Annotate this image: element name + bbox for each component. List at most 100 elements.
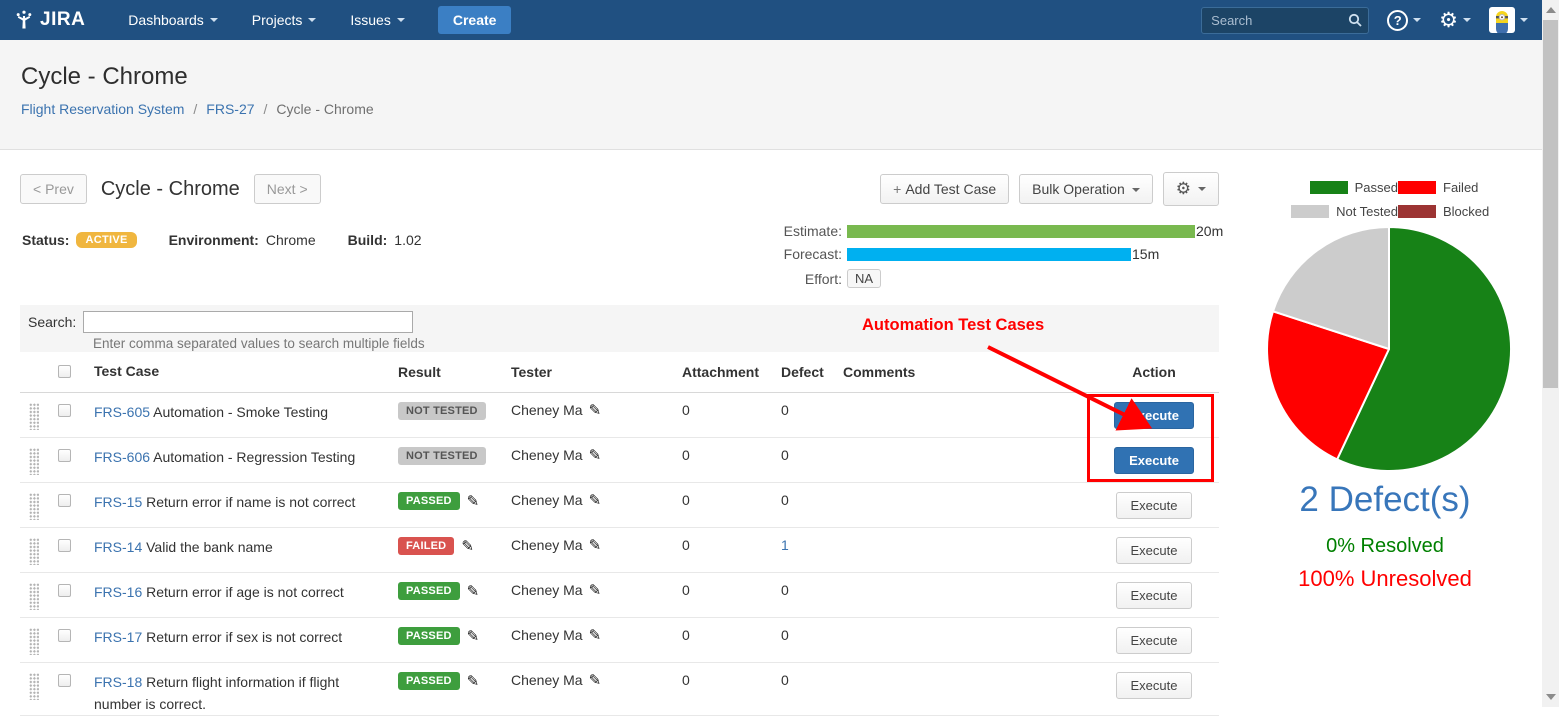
- bulk-operation-button[interactable]: Bulk Operation: [1019, 174, 1153, 204]
- legend-label: Failed: [1443, 180, 1478, 195]
- attachment-count: 0: [682, 402, 781, 418]
- row-checkbox[interactable]: [58, 539, 71, 552]
- edit-tester-icon[interactable]: ✎: [589, 628, 602, 643]
- edit-result-icon[interactable]: ✎: [467, 584, 480, 599]
- execute-button[interactable]: Execute: [1116, 492, 1193, 519]
- admin-menu[interactable]: ⚙: [1439, 10, 1471, 31]
- testcase-title: Return error if name is not correct: [146, 494, 355, 510]
- environment-label: Environment:: [169, 232, 259, 248]
- chevron-down-icon: [1413, 18, 1421, 22]
- add-test-case-button[interactable]: +Add Test Case: [880, 174, 1009, 204]
- execute-button[interactable]: Execute: [1116, 627, 1193, 654]
- table-row: FRS-606 Automation - Regression Testing …: [20, 438, 1219, 483]
- global-search-input[interactable]: [1201, 7, 1369, 34]
- annotation-label: Automation Test Cases: [862, 316, 1044, 335]
- nav-dashboards[interactable]: Dashboards: [128, 12, 218, 28]
- scroll-down-arrow-icon[interactable]: [1546, 694, 1556, 700]
- testcase-link[interactable]: FRS-16: [94, 584, 142, 600]
- attachment-count: 0: [682, 627, 781, 643]
- execute-button[interactable]: Execute: [1114, 447, 1194, 474]
- edit-tester-icon[interactable]: ✎: [589, 583, 602, 598]
- settings-button[interactable]: ⚙: [1163, 172, 1219, 206]
- vertical-scrollbar[interactable]: [1542, 0, 1559, 707]
- legend-swatch: [1310, 181, 1348, 194]
- drag-handle[interactable]: [29, 583, 39, 610]
- col-header-result: Result: [398, 364, 511, 380]
- col-header-action: Action: [1089, 364, 1219, 380]
- drag-handle[interactable]: [29, 628, 39, 655]
- edit-tester-icon[interactable]: ✎: [589, 538, 602, 553]
- defect-count: 0: [781, 447, 843, 463]
- edit-tester-icon[interactable]: ✎: [589, 493, 602, 508]
- status-badge: ACTIVE: [76, 232, 136, 248]
- user-menu[interactable]: [1489, 7, 1528, 33]
- effort-label: Effort:: [774, 271, 842, 287]
- testcase-link[interactable]: FRS-15: [94, 494, 142, 510]
- plus-icon: +: [893, 181, 901, 197]
- create-button[interactable]: Create: [438, 6, 512, 34]
- attachment-count: 0: [682, 537, 781, 553]
- nav-projects[interactable]: Projects: [252, 12, 317, 28]
- testcase-link[interactable]: FRS-18: [94, 674, 142, 690]
- execute-button[interactable]: Execute: [1114, 402, 1194, 429]
- execute-button[interactable]: Execute: [1116, 582, 1193, 609]
- edit-tester-icon[interactable]: ✎: [589, 448, 602, 463]
- table-row: FRS-15 Return error if name is not corre…: [20, 483, 1219, 528]
- edit-tester-icon[interactable]: ✎: [589, 673, 602, 688]
- testcase-title: Automation - Regression Testing: [153, 449, 355, 465]
- scrollbar-thumb[interactable]: [1543, 20, 1558, 388]
- testcase-link[interactable]: FRS-606: [94, 449, 150, 465]
- row-checkbox[interactable]: [58, 404, 71, 417]
- execute-button[interactable]: Execute: [1116, 672, 1193, 699]
- breadcrumb-issue-link[interactable]: FRS-27: [206, 101, 254, 117]
- chevron-down-icon: [1463, 18, 1471, 22]
- search-icon[interactable]: [1348, 13, 1362, 27]
- legend-item: Blocked: [1398, 204, 1500, 219]
- edit-result-icon[interactable]: ✎: [461, 539, 474, 554]
- testcase-title: Return error if sex is not correct: [146, 629, 342, 645]
- edit-result-icon[interactable]: ✎: [467, 494, 480, 509]
- execute-button[interactable]: Execute: [1116, 537, 1193, 564]
- result-badge: NOT TESTED: [398, 447, 486, 465]
- testcase-link[interactable]: FRS-605: [94, 404, 150, 420]
- defect-count: 0: [781, 492, 843, 508]
- table-row: FRS-16 Return error if age is not correc…: [20, 573, 1219, 618]
- edit-result-icon[interactable]: ✎: [467, 674, 480, 689]
- help-menu[interactable]: ?: [1387, 10, 1421, 31]
- row-checkbox[interactable]: [58, 449, 71, 462]
- table-body: FRS-605 Automation - Smoke Testing NOT T…: [20, 393, 1219, 716]
- jira-logo[interactable]: JIRA: [14, 9, 85, 31]
- legend-label: Not Tested: [1336, 204, 1398, 219]
- nav-issues[interactable]: Issues: [350, 12, 404, 28]
- legend-swatch: [1398, 181, 1436, 194]
- row-checkbox[interactable]: [58, 494, 71, 507]
- col-header-defect: Defect: [781, 364, 843, 380]
- tester-name: Cheney Ma: [511, 627, 583, 643]
- attachment-count: 0: [682, 672, 781, 688]
- edit-result-icon[interactable]: ✎: [467, 629, 480, 644]
- drag-handle[interactable]: [29, 538, 39, 565]
- unresolved-percent: 100% Unresolved: [1240, 566, 1530, 592]
- testcase-link[interactable]: FRS-14: [94, 539, 142, 555]
- row-checkbox[interactable]: [58, 584, 71, 597]
- edit-tester-icon[interactable]: ✎: [589, 403, 602, 418]
- drag-handle[interactable]: [29, 673, 39, 700]
- select-all-checkbox[interactable]: [58, 365, 71, 378]
- testcase-title: Valid the bank name: [146, 539, 273, 555]
- drag-handle[interactable]: [29, 403, 39, 430]
- row-checkbox[interactable]: [58, 674, 71, 687]
- gear-icon: ⚙: [1176, 179, 1191, 198]
- breadcrumb-project-link[interactable]: Flight Reservation System: [21, 101, 184, 117]
- scroll-up-arrow-icon[interactable]: [1546, 7, 1556, 13]
- row-checkbox[interactable]: [58, 629, 71, 642]
- prev-button[interactable]: < Prev: [20, 174, 87, 204]
- attachment-count: 0: [682, 582, 781, 598]
- testcase-link[interactable]: FRS-17: [94, 629, 142, 645]
- tester-name: Cheney Ma: [511, 582, 583, 598]
- drag-handle[interactable]: [29, 493, 39, 520]
- legend-item: Passed: [1272, 180, 1398, 195]
- legend-item: Failed: [1398, 180, 1500, 195]
- next-button[interactable]: Next >: [254, 174, 321, 204]
- drag-handle[interactable]: [29, 448, 39, 475]
- table-search-input[interactable]: [83, 311, 413, 333]
